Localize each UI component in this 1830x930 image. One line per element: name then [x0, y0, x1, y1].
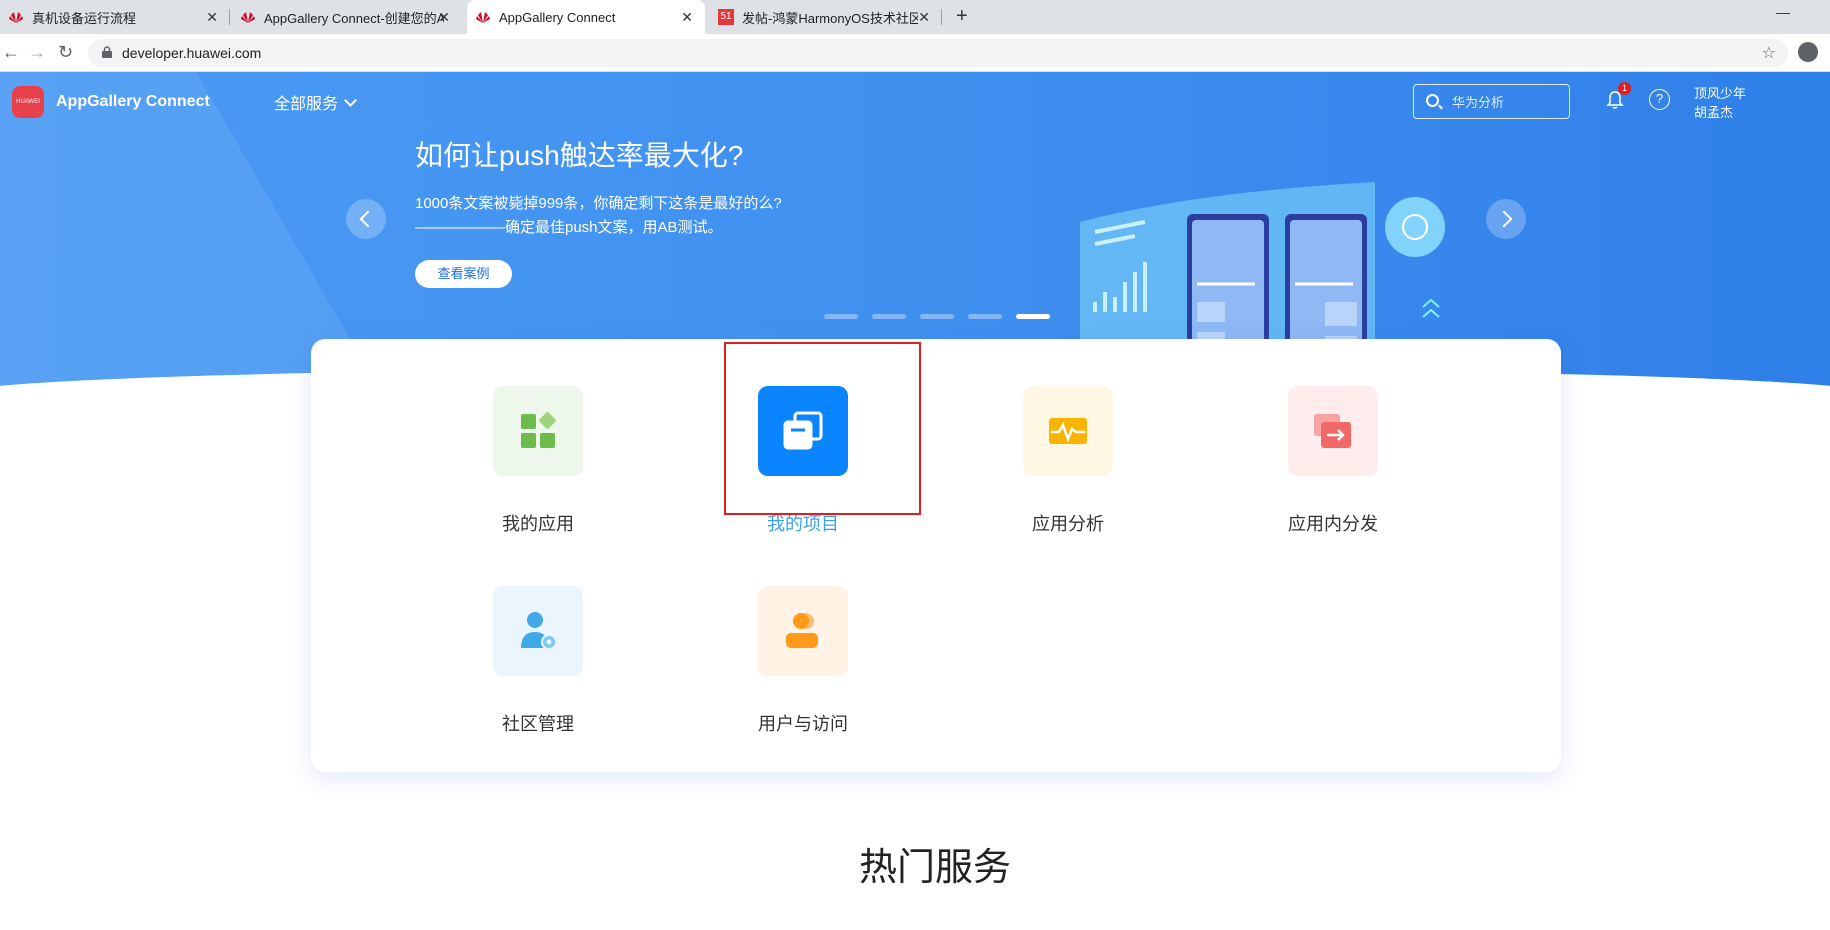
bookmark-star-icon[interactable]: ☆	[1762, 43, 1776, 63]
search-box[interactable]	[1413, 84, 1570, 119]
analytics-pulse-icon	[1023, 386, 1113, 476]
close-icon[interactable]: ✕	[681, 9, 693, 26]
view-case-button[interactable]: 查看案例	[415, 260, 512, 288]
brand-name: AppGallery Connect	[56, 93, 210, 110]
reload-icon[interactable]: ↻	[58, 42, 73, 63]
service-card: 我的应用 我的项目 应用分析 应用内分发 社区管理 用户与访问	[311, 339, 1561, 772]
huawei-logo-icon	[9, 12, 23, 23]
service-my-apps[interactable]: 我的应用	[468, 386, 608, 536]
carousel-dot[interactable]	[920, 314, 954, 319]
service-in-app-distribution[interactable]: 应用内分发	[1263, 386, 1403, 536]
new-tab-icon[interactable]: +	[956, 5, 968, 28]
all-services-label: 全部服务	[274, 96, 339, 113]
lock-icon	[102, 46, 112, 58]
search-icon	[1426, 94, 1439, 107]
service-users-access[interactable]: 用户与访问	[733, 586, 873, 736]
user-name[interactable]: 顶风少年 胡孟杰	[1694, 84, 1746, 122]
section-title: 热门服务	[858, 847, 1011, 889]
carousel-dot[interactable]	[968, 314, 1002, 319]
service-label: 社区管理	[502, 714, 574, 734]
huawei-logo-icon	[476, 12, 490, 23]
banner-description: 1000条文案被毙掉999条，你确定剩下这条是最好的么? ——————确定最佳p…	[415, 192, 782, 240]
tab-title: AppGallery Connect-创建您的A	[264, 10, 444, 26]
banner-desc-line: ——————确定最佳push文案，用AB测试。	[415, 219, 723, 236]
browser-tab[interactable]: 真机设备运行流程 ✕	[0, 0, 230, 34]
service-app-analytics[interactable]: 应用分析	[998, 386, 1138, 536]
service-label: 我的应用	[502, 514, 574, 534]
carousel-dot[interactable]	[824, 314, 858, 319]
service-label: 应用分析	[1032, 514, 1104, 534]
tab-title: 发帖-鸿蒙HarmonyOS技术社区	[742, 10, 918, 26]
tab-title: AppGallery Connect	[499, 9, 616, 25]
tab-title: 真机设备运行流程	[32, 10, 137, 26]
brand[interactable]: HUAWEI AppGallery Connect	[12, 86, 210, 118]
distribute-arrow-icon	[1288, 386, 1378, 476]
notification-badge: 1	[1618, 82, 1631, 95]
community-user-gear-icon	[493, 586, 583, 676]
search-input[interactable]	[1452, 92, 1562, 112]
url-text: developer.huawei.com	[122, 45, 262, 61]
grid-apps-icon	[493, 386, 583, 476]
carousel-dot-active[interactable]	[1016, 314, 1050, 319]
selection-highlight-box	[724, 342, 921, 515]
carousel-prev-button[interactable]	[346, 199, 386, 239]
browser-tab-active[interactable]: AppGallery Connect ✕	[467, 0, 705, 34]
tab-separator	[941, 9, 942, 25]
url-input[interactable]: developer.huawei.com ☆	[88, 39, 1788, 67]
51cto-logo-icon: 51	[718, 9, 734, 25]
appgallery-logo-icon: HUAWEI	[12, 86, 44, 118]
help-icon[interactable]: ?	[1649, 89, 1670, 110]
carousel-dot[interactable]	[872, 314, 906, 319]
forward-icon[interactable]: →	[28, 42, 46, 63]
service-label: 应用内分发	[1288, 514, 1378, 534]
user-name-line: 顶风少年	[1694, 86, 1747, 101]
address-bar: ← → ↻ developer.huawei.com ☆	[0, 34, 1830, 72]
close-icon[interactable]: ✕	[918, 9, 930, 26]
minimize-icon[interactable]: —	[1776, 4, 1790, 20]
profile-avatar-icon[interactable]	[1798, 42, 1818, 62]
carousel-indicators	[824, 314, 1050, 319]
service-community-management[interactable]: 社区管理	[468, 586, 608, 736]
user-name-line: 胡孟杰	[1694, 105, 1734, 120]
user-access-icon	[758, 586, 848, 676]
carousel-next-button[interactable]	[1486, 199, 1526, 239]
huawei-logo-icon	[241, 12, 255, 23]
browser-tab[interactable]: 51 发帖-鸿蒙HarmonyOS技术社区 ✕	[710, 0, 942, 34]
all-services-menu[interactable]: 全部服务	[274, 90, 357, 114]
chevron-down-icon	[344, 93, 357, 107]
close-icon[interactable]: ✕	[206, 9, 218, 26]
banner-desc-line: 1000条文案被毙掉999条，你确定剩下这条是最好的么?	[415, 195, 782, 212]
banner-title: 如何让push触达率最大化?	[415, 140, 744, 171]
browser-tab-bar: 真机设备运行流程 ✕ AppGallery Connect-创建您的A ✕ Ap…	[0, 0, 1830, 34]
tab-separator	[229, 9, 230, 25]
back-icon[interactable]: ←	[2, 42, 20, 63]
browser-tab[interactable]: AppGallery Connect-创建您的A ✕	[232, 0, 462, 34]
service-label: 用户与访问	[758, 714, 848, 734]
close-icon[interactable]: ✕	[438, 9, 450, 26]
